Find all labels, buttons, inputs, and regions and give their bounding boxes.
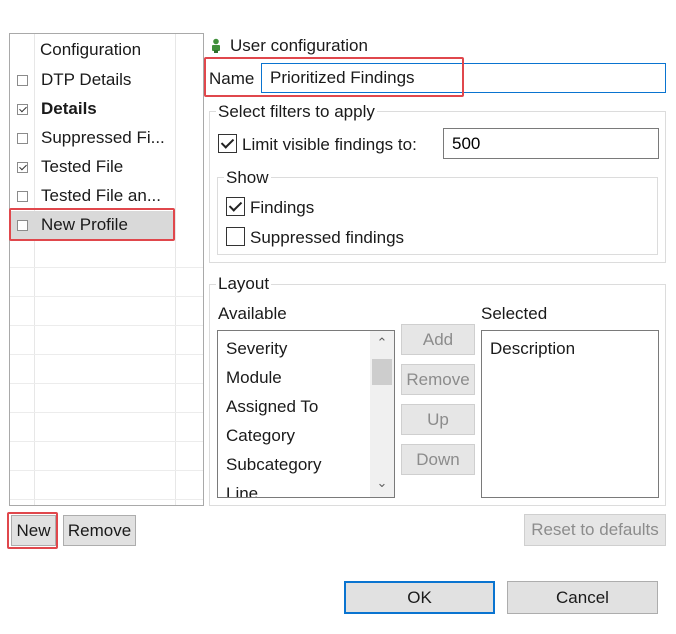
grid-line [10,354,203,355]
suppressed-findings-label: Suppressed findings [250,228,405,247]
limit-input[interactable] [443,128,659,159]
findings-label: Findings [250,198,315,217]
profile-checkbox[interactable] [17,191,28,202]
grid-line [10,296,203,297]
filters-group-title: Select filters to apply [216,102,377,122]
list-item[interactable]: Severity [226,339,287,359]
list-item[interactable]: Description [490,339,575,359]
scroll-down-icon[interactable]: ⌄ [370,475,394,495]
grid-line [10,412,203,413]
scroll-up-icon[interactable]: ⌃ [370,335,394,355]
profile-row-dtp-details[interactable]: DTP Details [10,66,175,95]
add-button[interactable]: Add [401,324,475,355]
profile-checkbox[interactable] [17,75,28,86]
list-header: Configuration [40,40,142,59]
grid-line [10,470,203,471]
highlight-new-button [7,512,58,549]
list-item[interactable]: Line [226,484,258,497]
up-button[interactable]: Up [401,404,475,435]
limit-checkbox[interactable] [218,134,237,153]
list-item[interactable]: Assigned To [226,397,318,417]
list-item[interactable]: Module [226,368,282,388]
limit-label: Limit visible findings to: [242,135,417,154]
profile-row-suppressed[interactable]: Suppressed Fi... [10,124,175,153]
findings-checkbox[interactable] [226,197,245,216]
profile-label: Tested File an... [41,186,162,205]
profile-list[interactable]: Configuration DTP Details Details Suppre… [9,33,204,506]
grid-line [10,441,203,442]
list-item[interactable]: Category [226,426,295,446]
ok-button[interactable]: OK [344,581,495,614]
available-list[interactable]: Severity Module Assigned To Category Sub… [217,330,395,498]
available-scrollbar[interactable]: ⌃ ⌄ [370,331,394,497]
grid-line [10,267,203,268]
highlight-name-field [204,57,464,97]
grid-line [10,499,203,500]
profile-row-details[interactable]: Details [10,95,175,124]
highlight-new-profile [9,208,175,241]
available-label: Available [218,304,287,323]
profile-row-tested-file[interactable]: Tested File [10,153,175,182]
show-group-title: Show [224,168,271,188]
suppressed-findings-checkbox[interactable] [226,227,245,246]
grid-line [175,34,176,505]
grid-line [10,383,203,384]
user-config-title: User configuration [230,36,368,55]
layout-group-title: Layout [216,274,272,294]
remove-profile-button[interactable]: Remove [63,515,136,546]
reset-defaults-button[interactable]: Reset to defaults [524,514,666,546]
list-item[interactable]: Subcategory [226,455,321,475]
profile-label: Tested File [41,157,124,176]
scroll-thumb[interactable] [372,359,392,385]
profile-checkbox[interactable] [17,162,28,173]
selected-list[interactable]: Description [481,330,659,498]
profile-label: DTP Details [41,70,132,89]
remove-column-button[interactable]: Remove [401,364,475,395]
profile-checkbox[interactable] [17,133,28,144]
grid-line [10,325,203,326]
profile-row-tested-file-and[interactable]: Tested File an... [10,182,175,211]
user-config-icon [212,38,220,53]
profile-checkbox[interactable] [17,104,28,115]
profile-label: Suppressed Fi... [41,128,165,147]
selected-label: Selected [481,304,548,323]
profile-label: Details [41,99,97,118]
down-button[interactable]: Down [401,444,475,475]
cancel-button[interactable]: Cancel [507,581,658,614]
